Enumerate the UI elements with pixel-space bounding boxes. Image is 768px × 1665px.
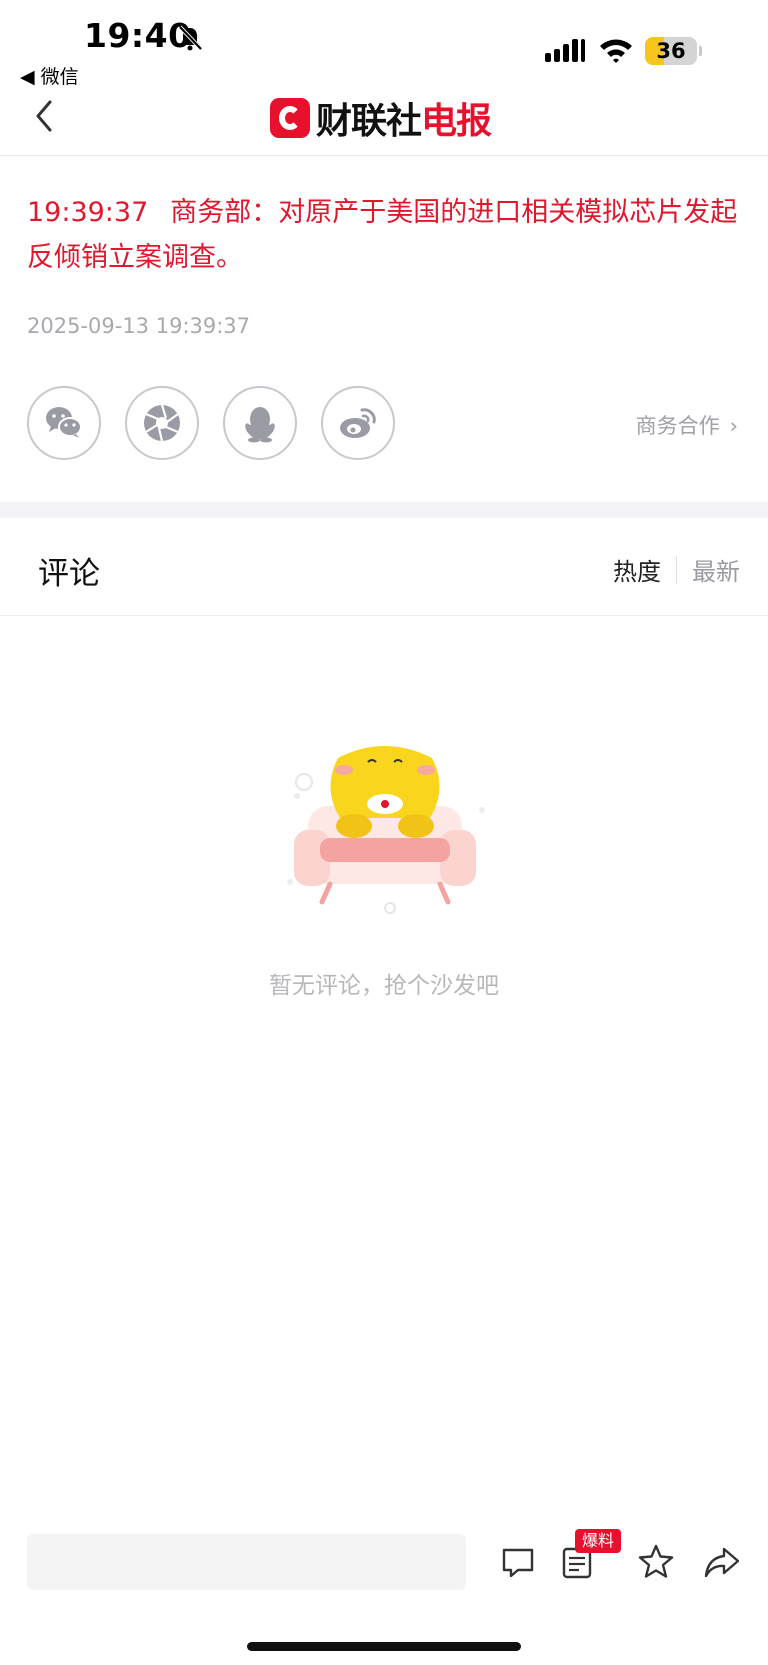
tip-badge: 爆料 — [575, 1529, 622, 1553]
tab-sort-newest[interactable]: 最新 — [692, 552, 740, 587]
bell-muted-icon — [178, 25, 203, 51]
qq-icon — [245, 407, 275, 443]
chevron-right-icon: › — [729, 414, 738, 438]
wechat-icon — [46, 407, 82, 438]
share-qq-button[interactable] — [223, 386, 297, 460]
share-moments-button[interactable] — [125, 386, 199, 460]
article-headline: 19:39:37 商务部：对原产于美国的进口相关模拟芯片发起反倾销立案调查。 — [27, 190, 747, 280]
section-separator — [0, 502, 768, 518]
logo-text-cailianshe: 财联社 — [316, 101, 422, 142]
signal-icon — [545, 39, 585, 62]
comment-input[interactable] — [27, 1534, 466, 1590]
logo-text-dianbao: 电报 — [421, 101, 492, 142]
divider — [0, 155, 768, 156]
comment-button[interactable] — [498, 1542, 538, 1582]
back-arrow-icon[interactable] — [30, 96, 62, 136]
weibo-icon — [340, 408, 376, 438]
share-weibo-button[interactable] — [321, 386, 395, 460]
battery-percent: 36 — [656, 39, 686, 63]
business-link-label: 商务合作 — [635, 414, 720, 438]
moments-icon — [144, 404, 180, 442]
sort-separator — [676, 555, 677, 584]
share-icon — [704, 1547, 740, 1578]
home-indicator — [247, 1642, 521, 1651]
empty-comments-message: 暂无评论，抢个沙发吧 — [269, 973, 499, 999]
star-icon — [638, 1544, 674, 1578]
comment-icon — [502, 1548, 534, 1578]
favorite-button[interactable] — [636, 1542, 676, 1582]
share-wechat-button[interactable] — [27, 386, 101, 460]
share-button[interactable] — [702, 1542, 742, 1582]
share-row — [27, 386, 419, 460]
cls-logo-icon — [270, 98, 310, 138]
back-to-wechat[interactable]: ◀ 微信 — [20, 62, 79, 89]
tab-sort-hot[interactable]: 热度 — [613, 552, 661, 587]
battery-indicator: 36 — [645, 37, 697, 65]
headline-time: 19:39:37 — [27, 197, 149, 228]
publish-date: 2025-09-13 19:39:37 — [27, 314, 251, 338]
comments-title: 评论 — [38, 556, 100, 592]
divider — [0, 615, 768, 616]
empty-sofa-mascot-illustration — [287, 746, 485, 914]
business-cooperation-link[interactable]: 商务合作 › — [636, 410, 738, 440]
battery-cap — [699, 46, 702, 56]
cls-telegraph-logo: 财联社 电报 — [270, 96, 492, 142]
comment-sort-tabs: 热度 最新 — [613, 552, 740, 587]
wifi-icon — [600, 39, 632, 63]
status-bar: 19:40 ◀ 微信 36 — [0, 0, 768, 90]
